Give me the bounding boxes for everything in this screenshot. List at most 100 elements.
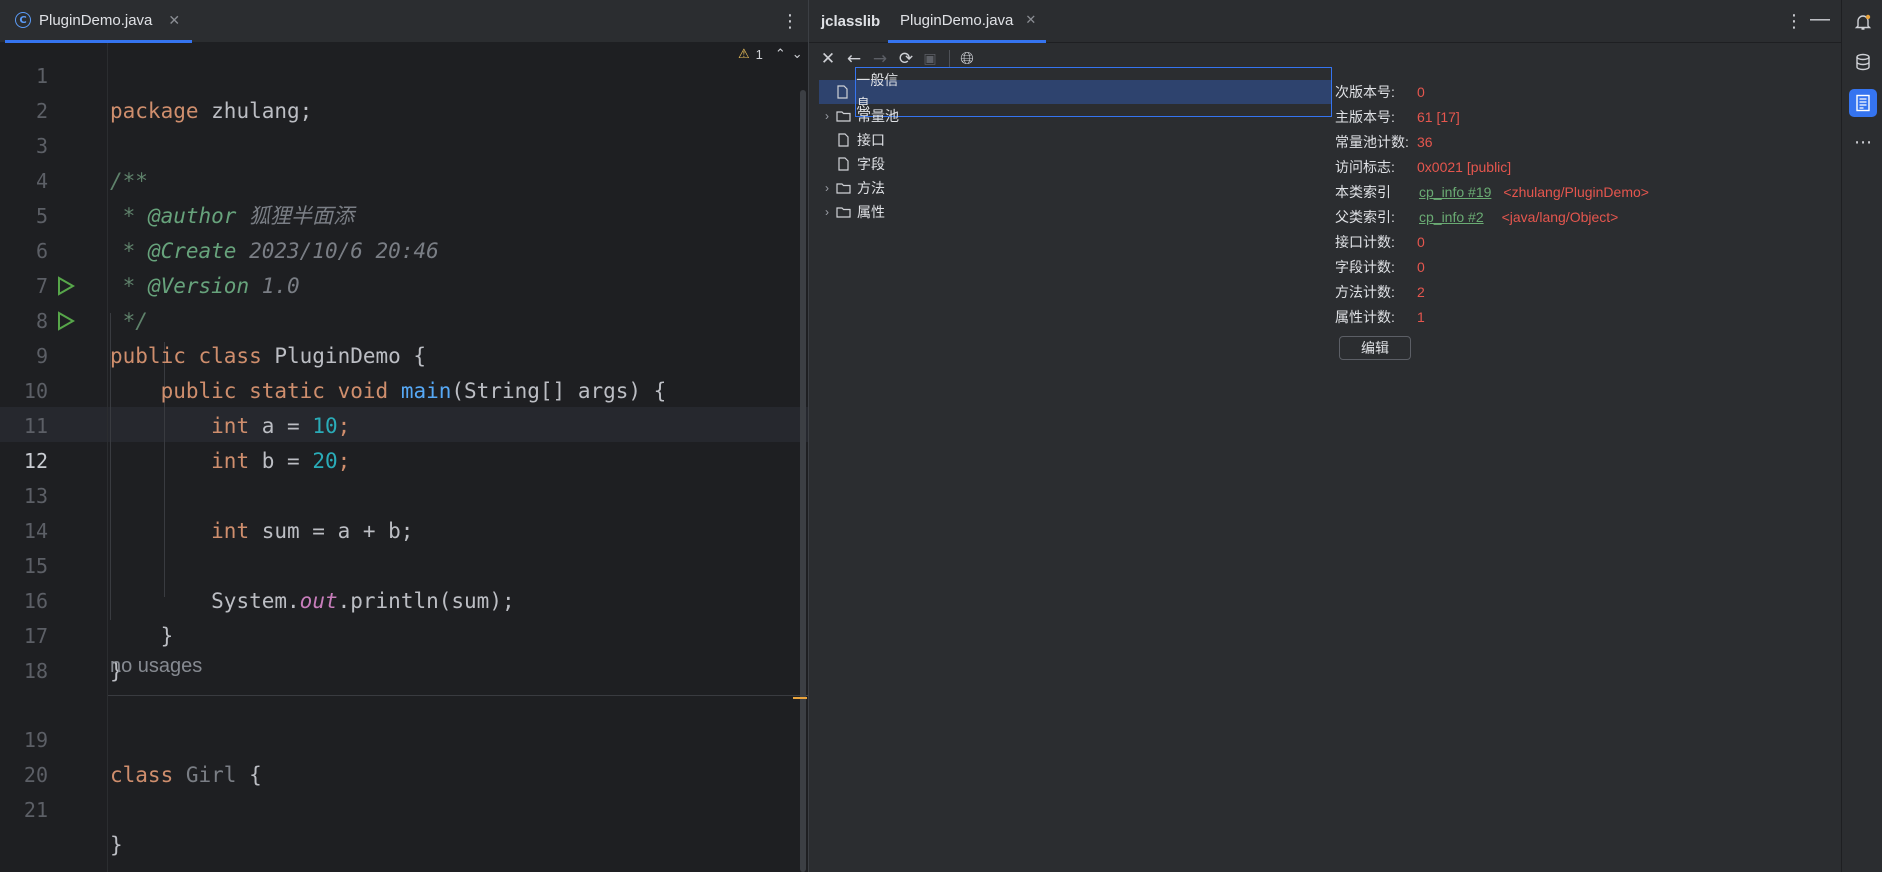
code-line: 16 } [0,549,808,648]
info-value: 0 [1417,259,1425,275]
run-icon[interactable] [54,275,76,297]
tree-node-label: 常量池 [857,108,899,124]
chevron-up-icon[interactable]: ⌃ [775,46,786,62]
info-row-attributes-count: 属性计数: 1 [1335,305,1835,330]
chevron-right-icon[interactable]: › [819,104,835,128]
chevron-right-icon[interactable]: › [819,200,835,224]
back-arrow-icon[interactable]: ← [843,48,865,70]
tab-label: PluginDemo.java [900,11,1014,29]
tab-label: jclasslib [821,13,881,30]
info-row-access-flags: 访问标志: 0x0021 [public] [1335,155,1835,180]
globe-icon[interactable]: 🌐︎ [956,48,978,70]
chevron-down-icon[interactable]: ⌄ [792,46,803,62]
tab-jclasslib[interactable]: jclasslib [821,0,880,43]
editor-scrollbar[interactable] [800,90,806,872]
info-key: 属性计数: [1335,309,1395,325]
tree-node-label: 方法 [857,180,885,196]
warning-count: 1 [755,46,763,62]
info-value: <zhulang/PluginDemo> [1503,184,1649,200]
info-row-constant-pool-count: 常量池计数: 36 [1335,130,1835,155]
info-key: 本类索引 [1335,184,1391,200]
warning-icon: ⚠ [738,46,750,61]
database-icon[interactable] [1851,50,1875,74]
code-line: 10 int a = 10; [0,339,808,438]
forward-arrow-icon[interactable]: → [869,48,891,70]
tree-node-attributes[interactable]: › 属性 [819,200,1331,224]
no-usages-hint[interactable]: no usages [110,655,202,678]
code-line: 9 public static void main(String[] args)… [0,304,808,403]
code-token: } [110,833,123,857]
super-class-link[interactable]: cp_info #2 [1419,205,1484,230]
save-icon[interactable]: ▣ [919,48,941,70]
info-row-major-version: 主版本号: 61 [17] [1335,105,1835,130]
code-line: 15 System.out.println(sum); [0,514,808,613]
info-row-methods-count: 方法计数: 2 [1335,280,1835,305]
right-tool-strip: ⋯ [1841,0,1882,872]
code-line: 1 package zhulang; [0,24,808,123]
file-icon [835,157,851,171]
tree-node-methods[interactable]: › 方法 [819,176,1331,200]
file-icon [835,85,851,99]
info-row-fields-count: 字段计数: 0 [1335,255,1835,280]
edit-button[interactable]: 编辑 [1339,336,1411,360]
info-row-interfaces-count: 接口计数: 0 [1335,230,1835,255]
tree-node-general-info[interactable]: 一般信息 [819,67,1333,117]
tree-node-constant-pool[interactable]: › 常量池 [819,104,1331,128]
code-line: 11 int b = 20; [0,374,808,473]
code-line: 2 [0,59,808,123]
code-line: 19 class Girl { [0,688,808,787]
gutter-separator [107,43,108,872]
code-line: 13 int sum = a + b; [0,444,808,543]
tree-node-fields[interactable]: 字段 [819,152,1331,176]
code-editor[interactable]: C PluginDemo.java ✕ ⋮ 1 package zhulang;… [0,0,808,872]
info-value: 61 [17] [1417,109,1460,125]
warning-marker[interactable] [793,697,807,699]
file-icon [835,133,851,147]
info-key: 方法计数: [1335,284,1395,300]
chevron-right-icon[interactable]: › [819,176,835,200]
info-value: <java/lang/Object> [1501,209,1619,225]
info-value: 0x0021 [public] [1417,159,1512,175]
code-line: 17 } [0,584,808,683]
info-key: 字段计数: [1335,259,1395,275]
code-line: 3 /** [0,94,808,193]
info-value: 0 [1417,84,1425,100]
folder-icon [835,206,851,218]
refresh-icon[interactable]: ⟳ [895,48,917,70]
code-area[interactable]: 1 package zhulang; 2 3 /** 4 * @author 狐… [0,43,808,872]
folder-icon [835,110,851,122]
info-key: 主版本号: [1335,109,1395,125]
tab-plugindemo-java-bytecode[interactable]: PluginDemo.java ✕ [888,0,1047,43]
code-line: 8 public class PluginDemo { [0,269,808,368]
info-key: 常量池计数: [1335,134,1409,150]
jclasslib-panel: jclasslib PluginDemo.java ✕ ⋮ — ✕ ← → ⟳ … [809,0,1841,872]
info-key: 次版本号: [1335,84,1395,100]
close-icon[interactable]: ✕ [1025,12,1036,28]
code-line: 5 * @Create 2023/10/6 20:46 [0,164,808,263]
this-class-link[interactable]: cp_info #19 [1419,180,1491,205]
more-options-icon[interactable]: ⋮ [1785,12,1803,30]
tree-node-label: 属性 [857,204,885,220]
info-value: 36 [1417,134,1433,150]
inspection-widget[interactable]: ⚠ 1 ⌃ ⌄ [738,46,803,62]
code-line: 14 [0,479,808,543]
info-key: 接口计数: [1335,234,1395,250]
line-number: 18 [23,659,48,683]
minimize-icon[interactable]: — [1810,9,1830,29]
close-icon[interactable]: ✕ [817,48,839,70]
info-value: 0 [1417,234,1425,250]
code-line: 21 } [0,758,808,857]
code-line: 4 * @author 狐狸半面添 [0,129,808,228]
tree-node-interfaces[interactable]: 接口 [819,128,1331,152]
info-key: 访问标志: [1335,159,1395,175]
code-line: 6 * @Version 1.0 [0,199,808,298]
jclasslib-bytecode-icon[interactable] [1849,89,1877,117]
general-info-panel: 次版本号: 0 主版本号: 61 [17] 常量池计数: 36 访问标志: 0x… [1335,80,1835,360]
class-structure-tree[interactable]: 一般信息 › 常量池 接口 字段 › 方法 › 属性 [819,67,1333,224]
more-tools-icon[interactable]: ⋯ [1851,130,1875,154]
notifications-icon[interactable] [1851,10,1875,34]
run-icon[interactable] [54,310,76,332]
code-line: 7 */ [0,234,808,333]
code-line: 20 [0,723,808,787]
info-row-this-class: 本类索引 cp_info #19 <zhulang/PluginDemo> [1335,180,1835,205]
